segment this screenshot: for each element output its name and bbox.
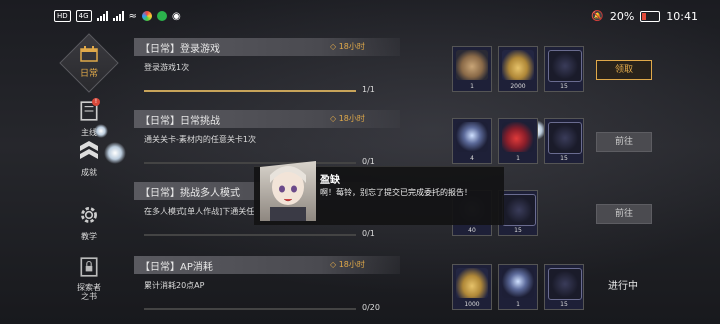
crystal-ball-icon <box>502 268 534 298</box>
sidebar-item-label: 探索者 之书 <box>77 283 101 301</box>
signal2-icon <box>112 11 124 21</box>
glow-particle <box>94 124 108 138</box>
task-row: 【日常】AP消耗 ◇ 18小时 累计消耗20点AP 0/20 1000 1 15… <box>134 256 654 322</box>
battery-icon <box>640 11 661 22</box>
glow-particle <box>104 142 126 164</box>
reward-item[interactable]: 15 <box>544 46 584 92</box>
reward-item[interactable]: 1 <box>498 118 538 164</box>
reward-item[interactable]: 1000 <box>452 264 492 310</box>
mute-icon: 🔕 <box>591 11 604 22</box>
task-description: 在多人模式[单人作战]下通关任 <box>144 207 255 216</box>
dialog-text: 啊！莓铃，别忘了提交已完成委托的报告！ <box>320 188 472 197</box>
character-dialog[interactable]: 盈缺 啊！莓铃，别忘了提交已完成委托的报告！ <box>254 161 504 225</box>
task-row: 【日常】登录游戏 ◇ 18小时 登录游戏1次 1/1 1 2000 15 领取 <box>134 38 654 104</box>
task-header: 【日常】登录游戏 ◇ 18小时 <box>134 38 400 56</box>
app2-notify-icon <box>156 11 167 21</box>
calendar-icon <box>80 46 98 62</box>
app-notify-icon <box>141 11 152 21</box>
sidebar-item-label: 日常 <box>79 69 98 79</box>
sidebar-item-tutorial[interactable]: 教学 <box>58 204 120 242</box>
reward-count: 1 <box>516 301 520 308</box>
sidebar-item-label: 教学 <box>81 232 97 241</box>
go-button[interactable]: 前往 <box>596 204 652 224</box>
claim-button[interactable]: 领取 <box>596 60 652 80</box>
task-description: 累计消耗20点AP <box>144 281 205 290</box>
wifi-icon: ≈ <box>128 10 137 22</box>
task-timer: ◇ 18小时 <box>330 42 365 51</box>
reward-count: 15 <box>514 227 522 234</box>
reward-count: 4 <box>470 155 474 162</box>
reward-item[interactable]: 1 <box>452 46 492 92</box>
reward-count: 1 <box>516 155 520 162</box>
reward-item[interactable]: 15 <box>498 190 538 236</box>
progress-text: 0/20 <box>362 303 380 312</box>
sidebar-item-main-story[interactable]: ! 主线 <box>58 98 120 138</box>
locked-book-icon <box>80 257 98 277</box>
progress-bar <box>144 308 356 310</box>
character-portrait <box>260 161 316 221</box>
progress-text: 0/1 <box>362 229 375 238</box>
gold-coins-icon <box>502 50 534 80</box>
star-badge-icon <box>502 194 536 226</box>
task-header: 【日常】日常挑战 ◇ 18小时 <box>134 110 400 128</box>
pocket-watch-icon <box>456 50 488 80</box>
sidebar-item-label: 主线 <box>81 128 97 137</box>
hd-indicator: HD <box>54 10 71 22</box>
progress-bar <box>144 90 356 92</box>
reward-count: 1 <box>470 83 474 90</box>
chat-icon: ◉ <box>171 10 181 22</box>
reward-count: 40 <box>468 227 476 234</box>
battery-percent: 20% <box>609 10 635 23</box>
clock: 10:41 <box>666 10 698 23</box>
reward-item[interactable]: 1 <box>498 264 538 310</box>
sidebar-item-daily[interactable]: 日常 <box>58 33 120 94</box>
task-header: 【日常】AP消耗 ◇ 18小时 <box>134 256 400 274</box>
reward-count: 15 <box>560 301 568 308</box>
in-progress-label: 进行中 <box>608 281 638 292</box>
reward-item[interactable]: 15 <box>544 118 584 164</box>
task-timer: ◇ 18小时 <box>330 260 365 269</box>
task-title: 【日常】AP消耗 <box>140 262 213 273</box>
task-description: 通关关卡-素材内的任意关卡1次 <box>144 135 256 144</box>
go-button[interactable]: 前往 <box>596 132 652 152</box>
reward-item[interactable]: 2000 <box>498 46 538 92</box>
progress-bar <box>144 162 356 164</box>
reward-count: 2000 <box>510 83 526 90</box>
task-description: 登录游戏1次 <box>144 63 190 72</box>
network-indicator: 4G <box>75 10 92 22</box>
status-bar: HD 4G ≈ ◉ 🔕 20% 10:41 <box>0 0 720 34</box>
signal-icon <box>96 11 108 21</box>
gear-icon <box>81 207 97 223</box>
gold-coins-icon <box>456 268 488 298</box>
sidebar-item-label: 成就 <box>81 168 97 177</box>
character-face-icon <box>270 166 306 221</box>
task-title: 【日常】登录游戏 <box>140 44 220 55</box>
reward-count: 1000 <box>464 301 480 308</box>
progress-text: 1/1 <box>362 85 375 94</box>
reward-count: 15 <box>560 155 568 162</box>
progress-bar <box>144 234 356 236</box>
sidebar: 日常 ! 主线 成就 教学 探索者 之书 <box>58 33 120 324</box>
task-title: 【日常】日常挑战 <box>140 116 220 127</box>
speaker-name: 盈缺 <box>320 175 340 186</box>
star-badge-icon <box>548 268 582 300</box>
star-badge-icon <box>548 122 582 154</box>
sidebar-item-explorer-book[interactable]: 探索者 之书 <box>58 256 120 301</box>
crystal-ball-icon <box>456 122 488 152</box>
star-badge-icon <box>548 50 582 82</box>
reward-count: 15 <box>560 83 568 90</box>
task-title: 【日常】挑战多人模式 <box>140 188 240 199</box>
reward-item[interactable]: 15 <box>544 264 584 310</box>
notification-badge: ! <box>92 98 100 106</box>
red-potion-icon <box>502 122 534 152</box>
rank-chevron-icon <box>80 141 98 159</box>
reward-item[interactable]: 4 <box>452 118 492 164</box>
progress-text: 0/1 <box>362 157 375 166</box>
task-timer: ◇ 18小时 <box>330 114 365 123</box>
